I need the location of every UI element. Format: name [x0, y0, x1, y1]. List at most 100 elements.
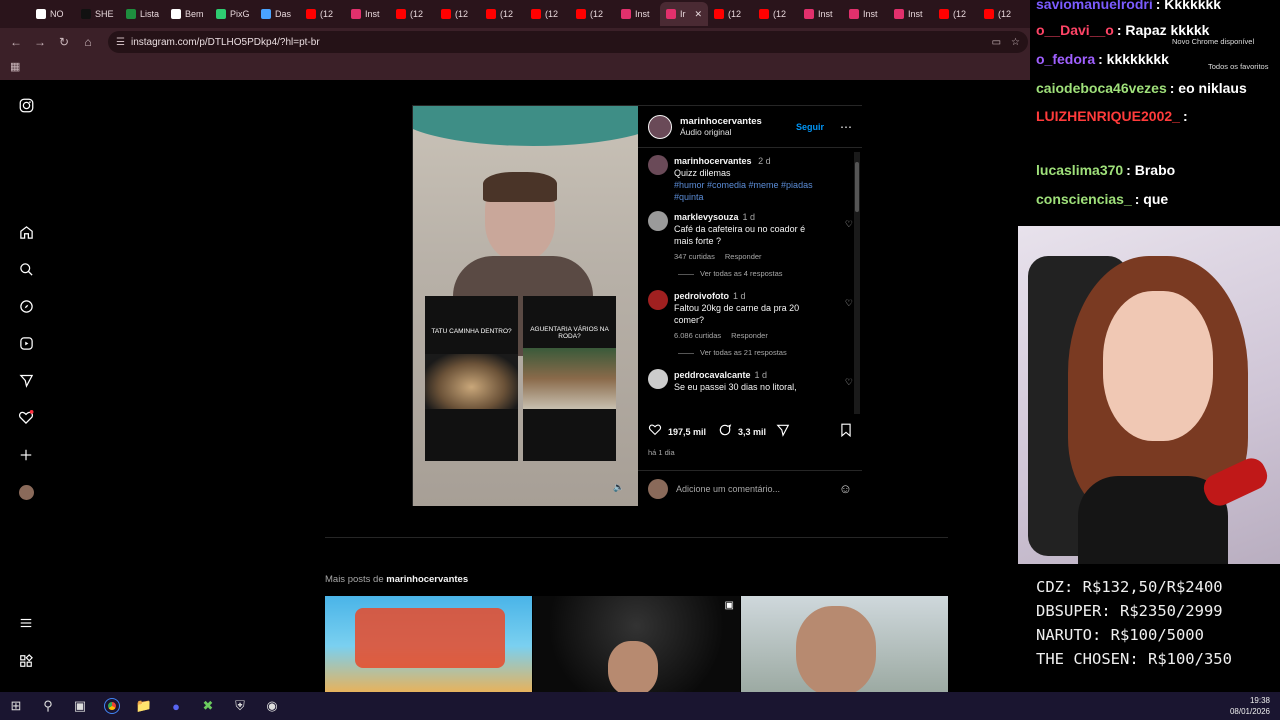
home-nav-icon[interactable] — [17, 223, 35, 241]
reply-button[interactable]: Responder — [731, 331, 768, 340]
donation-goals: CDZ: R$132,50/R$2400 DBSUPER: R$2350/2999… — [1036, 575, 1232, 671]
browser-tab[interactable]: Inst — [798, 2, 843, 26]
browser-tab[interactable]: (12 — [480, 2, 525, 26]
search-icon[interactable] — [17, 260, 35, 278]
browser-tab[interactable]: PixG — [210, 2, 255, 26]
commenter-username[interactable]: pedroivofoto — [674, 291, 729, 301]
more-post-thumb[interactable] — [741, 596, 948, 692]
author-avatar[interactable] — [648, 114, 672, 139]
install-icon[interactable]: ▭ — [992, 37, 1001, 48]
comment-like-heart-icon[interactable]: ♡ — [845, 298, 853, 309]
browser-tab[interactable]: Inst — [888, 2, 933, 26]
save-bookmark-icon[interactable] — [840, 423, 852, 442]
comment-bubble-icon[interactable] — [718, 423, 732, 442]
author-username[interactable]: marinhocervantes — [680, 116, 762, 127]
comment-like-heart-icon[interactable]: ♡ — [845, 219, 853, 230]
share-send-icon[interactable] — [776, 423, 790, 442]
browser-tab[interactable]: Ir ✕ — [660, 2, 708, 26]
browser-tab[interactable]: (12 — [570, 2, 615, 26]
browser-tab[interactable]: (12 — [978, 2, 1023, 26]
menu-icon[interactable] — [17, 614, 35, 632]
reload-icon[interactable]: ↻ — [52, 30, 76, 54]
shield-app-icon[interactable]: ⛨ — [224, 692, 256, 720]
explore-compass-icon[interactable] — [17, 297, 35, 315]
tab-label: (12 — [728, 9, 742, 19]
apps-grid-icon[interactable]: ▦ — [10, 60, 20, 73]
reels-icon[interactable] — [17, 334, 35, 352]
view-replies-label[interactable]: Ver todas as 21 respostas — [700, 348, 787, 357]
address-bar[interactable]: ☰ instagram.com/p/DTLHO5PDkp4/?hl=pt-br … — [108, 31, 1028, 53]
more-posts-user[interactable]: marinhocervantes — [386, 574, 468, 585]
browser-tab[interactable]: Inst — [615, 2, 660, 26]
view-replies-button[interactable]: Ver todas as 21 respostas — [638, 344, 853, 363]
browser-tab[interactable]: (12 — [300, 2, 345, 26]
browser-tab[interactable]: Bem — [165, 2, 210, 26]
browser-tab[interactable]: (12 — [753, 2, 798, 26]
browser-tab[interactable]: Inst — [843, 2, 888, 26]
audio-label[interactable]: Áudio original — [680, 127, 762, 137]
browser-tab[interactable]: (12 — [708, 2, 753, 26]
chrome-taskbar-icon[interactable] — [96, 692, 128, 720]
browser-tab[interactable]: SHE — [75, 2, 120, 26]
commenter-avatar[interactable] — [648, 290, 668, 310]
search-taskbar-icon[interactable]: ⚲ — [32, 692, 64, 720]
commenter-avatar[interactable] — [648, 369, 668, 389]
more-post-thumb[interactable] — [325, 596, 532, 692]
comments-count[interactable]: 3,3 mil — [738, 427, 766, 437]
likes-count[interactable]: 197,5 mil — [668, 427, 706, 437]
post-video[interactable]: TATU CAMINHA DENTRO? AGUENTARIA VÁRIOS N… — [413, 106, 638, 506]
obs-icon[interactable]: ◉ — [256, 692, 288, 720]
windows-start-icon[interactable]: ⊞ — [0, 692, 32, 720]
notifications-heart-icon[interactable] — [17, 408, 35, 426]
caption-avatar[interactable] — [648, 155, 668, 175]
reply-button[interactable]: Responder — [725, 252, 762, 261]
create-plus-icon[interactable] — [17, 446, 35, 464]
home-icon[interactable]: ⌂ — [76, 30, 100, 54]
more-post-thumb[interactable]: ▣ — [533, 596, 740, 692]
messages-send-icon[interactable] — [17, 371, 35, 389]
discord-icon[interactable]: ● — [160, 692, 192, 720]
profile-avatar[interactable] — [17, 483, 35, 501]
browser-tab[interactable]: Das — [255, 2, 300, 26]
instagram-page: TATU CAMINHA DENTRO? AGUENTARIA VÁRIOS N… — [0, 80, 1030, 692]
taskbar-clock[interactable]: 19:38 08/01/2026 — [1230, 695, 1270, 717]
back-icon[interactable]: ← — [4, 30, 28, 54]
browser-tab[interactable]: NO — [30, 2, 75, 26]
view-replies-button[interactable]: Ver todas as 4 respostas — [638, 265, 853, 284]
site-info-icon[interactable]: ☰ — [116, 37, 125, 48]
comment-likes[interactable]: 6.086 curtidas — [674, 331, 721, 340]
task-view-icon[interactable]: ▣ — [64, 692, 96, 720]
browser-tab[interactable]: Lista — [120, 2, 165, 26]
browser-tab[interactable]: (12 — [933, 2, 978, 26]
more-options-icon[interactable]: ⋯ — [840, 120, 852, 134]
meta-apps-icon[interactable] — [17, 652, 35, 670]
comment-like-heart-icon[interactable]: ♡ — [845, 377, 853, 388]
comment-time: 1 d — [754, 370, 768, 380]
browser-tab[interactable]: (12 — [435, 2, 480, 26]
view-replies-label[interactable]: Ver todas as 4 respostas — [700, 269, 783, 278]
comments-scrollbar[interactable] — [854, 152, 860, 414]
commenter-username[interactable]: peddrocavalcante — [674, 370, 751, 380]
instagram-logo-icon[interactable] — [17, 96, 35, 114]
new-chrome-notice[interactable]: Novo Chrome disponível — [1172, 37, 1254, 46]
forward-icon[interactable]: → — [28, 30, 52, 54]
follow-button[interactable]: Seguir — [796, 122, 824, 132]
xbox-icon[interactable]: ✖ — [192, 692, 224, 720]
caption-hashtags[interactable]: #humor #comedia #meme #piadas #quinta — [674, 179, 843, 203]
like-heart-icon[interactable] — [648, 423, 662, 441]
browser-tab[interactable]: (12 — [390, 2, 435, 26]
emoji-icon[interactable]: ☺ — [839, 481, 852, 496]
favorites-label[interactable]: Todos os favoritos — [1208, 62, 1268, 71]
browser-tab[interactable]: (12 — [525, 2, 570, 26]
commenter-avatar[interactable] — [648, 211, 668, 231]
bookmark-star-icon[interactable]: ☆ — [1011, 37, 1020, 48]
close-tab-icon[interactable]: ✕ — [694, 9, 702, 20]
add-comment-input[interactable]: Adicione um comentário... — [676, 484, 780, 494]
commenter-username[interactable]: marklevysouza — [674, 212, 739, 222]
browser-tab[interactable]: Inst — [345, 2, 390, 26]
comment-likes[interactable]: 347 curtidas — [674, 252, 715, 261]
caption-username[interactable]: marinhocervantes — [674, 156, 752, 166]
mute-icon[interactable]: 🔈 — [613, 482, 624, 493]
scroll-thumb[interactable] — [855, 162, 859, 212]
file-explorer-icon[interactable]: 📁 — [128, 692, 160, 720]
